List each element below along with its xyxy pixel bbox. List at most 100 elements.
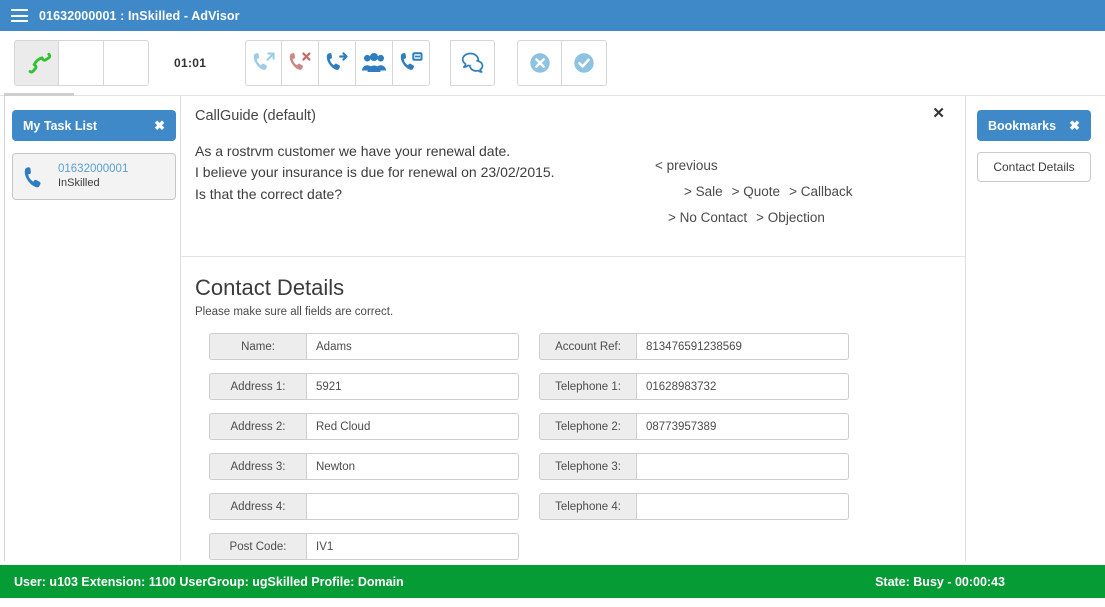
telephone-2-input[interactable] <box>637 413 849 440</box>
field-address-1: Address 1: <box>209 373 519 400</box>
name-input[interactable] <box>307 333 519 360</box>
field-label: Telephone 1: <box>539 373 637 400</box>
callguide-options-row-1: > Sale > Quote > Callback <box>636 184 956 199</box>
field-label: Post Code: <box>209 533 307 560</box>
status-bar: User: u103 Extension: 1100 UserGroup: ug… <box>0 565 1105 598</box>
address-3-input[interactable] <box>307 453 519 480</box>
telephone-4-input[interactable] <box>637 493 849 520</box>
contact-form-left-column: Name: Address 1: Address 2: Address <box>209 333 519 573</box>
app-window: 01632000001 : InSkilled - AdVisor 01:01 <box>0 0 1105 607</box>
field-name: Name: <box>209 333 519 360</box>
callguide-option-callback[interactable]: > Callback <box>789 184 852 199</box>
callguide-previous-row: < previous <box>636 158 956 173</box>
task-subtitle: InSkilled <box>58 176 100 189</box>
list-item[interactable]: 01632000001 InSkilled <box>12 153 176 200</box>
field-label: Account Ref: <box>539 333 637 360</box>
left-edge-divider <box>4 96 5 561</box>
field-address-3: Address 3: <box>209 453 519 480</box>
contact-form-right-column: Account Ref: Telephone 1: Telephone 2: <box>539 333 849 573</box>
address-4-input[interactable] <box>307 493 519 520</box>
field-post-code: Post Code: <box>209 533 519 560</box>
field-telephone-1: Telephone 1: <box>539 373 849 400</box>
end-call-button[interactable] <box>282 40 320 86</box>
contact-details-subtitle: Please make sure all fields are correct. <box>195 306 394 318</box>
toolbar-slot-3-button[interactable] <box>104 40 149 86</box>
window-title: 01632000001 : InSkilled - AdVisor <box>39 8 240 23</box>
telephone-3-input[interactable] <box>637 453 849 480</box>
toolbar: 01:01 <box>0 31 1105 96</box>
field-telephone-4: Telephone 4: <box>539 493 849 520</box>
callguide-navigation: < previous > Sale > Quote > Callback > No … <box>636 158 956 236</box>
panel-nub <box>4 93 74 96</box>
reject-button[interactable] <box>517 40 563 86</box>
callguide-option-quote[interactable]: > Quote <box>732 184 780 199</box>
address-2-input[interactable] <box>307 413 519 440</box>
call-control-group <box>14 40 149 86</box>
call-actions-group <box>245 40 431 86</box>
callguide-previous-link[interactable]: < previous <box>655 158 718 173</box>
status-user-info: User: u103 Extension: 1100 UserGroup: ug… <box>14 574 404 589</box>
call-recycle-button[interactable] <box>393 40 431 86</box>
phone-handset-icon <box>24 166 41 187</box>
callguide-option-sale[interactable]: > Sale <box>684 184 723 199</box>
task-list-panel: My Task List ✖ 01632000001 InSkilled <box>12 110 176 200</box>
callguide-option-objection[interactable]: > Objection <box>756 210 825 225</box>
hamburger-menu-icon[interactable] <box>11 9 28 22</box>
bottom-strip <box>0 598 1105 607</box>
decision-group <box>517 40 608 86</box>
green-phone-handset-icon <box>28 52 51 74</box>
bookmark-contact-details[interactable]: Contact Details <box>977 152 1091 182</box>
page-title: Contact Details <box>195 275 345 300</box>
people-group-icon <box>362 53 387 72</box>
toolbar-slot-2-button[interactable] <box>59 40 104 86</box>
transfer-call-button[interactable] <box>319 40 357 86</box>
field-label: Address 4: <box>209 493 307 520</box>
circle-cross-icon <box>530 53 550 73</box>
accept-button[interactable] <box>562 40 608 86</box>
task-number: 01632000001 <box>58 163 129 176</box>
chat-button[interactable] <box>450 40 496 86</box>
phone-forward-icon <box>327 52 348 70</box>
list-item-text: 01632000001 InSkilled <box>58 162 128 190</box>
task-list-title: My Task List <box>23 118 98 133</box>
bookmarks-header[interactable]: Bookmarks ✖ <box>977 110 1091 141</box>
close-icon[interactable]: ✖ <box>154 119 165 132</box>
field-label: Telephone 2: <box>539 413 637 440</box>
callguide-options-row-2: > No Contact > Objection <box>636 210 956 225</box>
script-line-2: I believe your insurance is due for rene… <box>195 164 555 181</box>
post-code-input[interactable] <box>307 533 519 560</box>
close-icon[interactable]: ✖ <box>1069 119 1080 132</box>
conference-call-button[interactable] <box>356 40 394 86</box>
field-label: Address 2: <box>209 413 307 440</box>
bookmarks-title: Bookmarks <box>988 118 1057 133</box>
contact-form: Name: Address 1: Address 2: Address <box>195 333 949 573</box>
script-line-1: As a rostrvm customer we have your renew… <box>195 143 511 159</box>
callguide-script: As a rostrvm customer we have your renew… <box>195 141 635 205</box>
callguide-option-no-contact[interactable]: > No Contact <box>668 210 747 225</box>
field-label: Address 1: <box>209 373 307 400</box>
telephone-1-input[interactable] <box>637 373 849 400</box>
call-timer: 01:01 <box>174 56 207 70</box>
field-account-ref: Account Ref: <box>539 333 849 360</box>
field-label: Telephone 3: <box>539 453 637 480</box>
address-1-input[interactable] <box>307 373 519 400</box>
close-icon[interactable]: ✕ <box>932 106 945 121</box>
account-ref-input[interactable] <box>637 333 849 360</box>
task-list-header[interactable]: My Task List ✖ <box>12 110 176 141</box>
status-badge: State: Busy - 00:00:43 <box>875 574 1005 589</box>
field-label: Name: <box>209 333 307 360</box>
field-telephone-3: Telephone 3: <box>539 453 849 480</box>
center-content: CallGuide (default) ✕ As a rostrvm custo… <box>180 96 966 561</box>
title-bar: 01632000001 : InSkilled - AdVisor <box>0 0 1105 31</box>
speech-bubbles-icon <box>461 52 484 73</box>
circle-check-icon <box>574 53 594 73</box>
field-address-4: Address 4: <box>209 493 519 520</box>
script-line-3: Is that the correct date? <box>195 185 343 202</box>
callguide-title: CallGuide (default) <box>195 108 316 124</box>
outbound-call-button[interactable] <box>245 40 283 86</box>
field-telephone-2: Telephone 2: <box>539 413 849 440</box>
callguide-panel: CallGuide (default) ✕ As a rostrvm custo… <box>181 96 965 257</box>
contact-details-section: Contact Details Please make sure all fie… <box>181 257 965 573</box>
answer-call-button[interactable] <box>14 40 59 86</box>
phone-hangup-icon <box>290 52 311 70</box>
